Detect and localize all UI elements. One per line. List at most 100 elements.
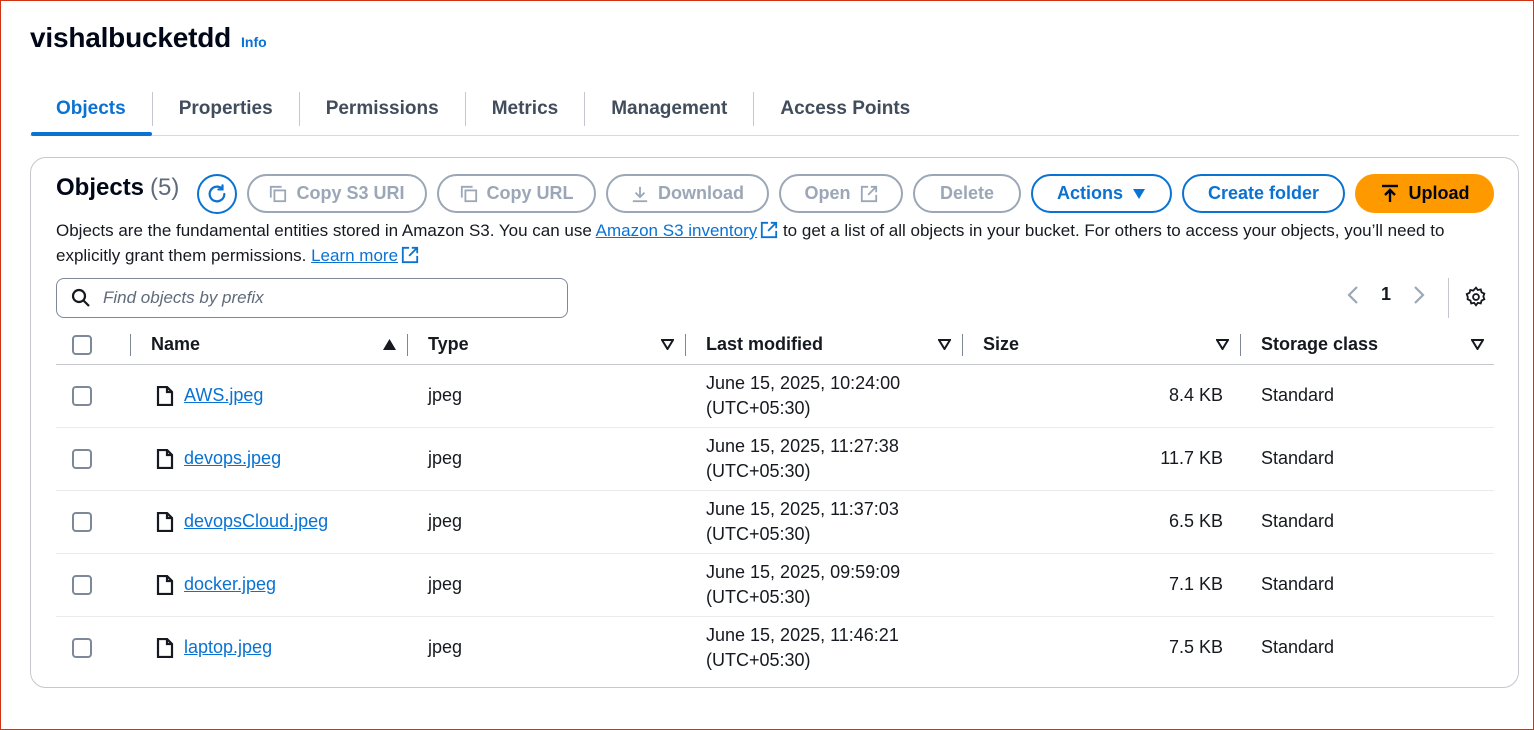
caret-down-icon xyxy=(1133,188,1145,199)
object-storage-class: Standard xyxy=(1241,553,1494,617)
select-all-header xyxy=(56,326,131,365)
column-label-storage-class: Storage class xyxy=(1261,334,1379,355)
open-button[interactable]: Open xyxy=(779,174,903,213)
delete-label: Delete xyxy=(939,183,995,203)
learn-more-link[interactable]: Learn more xyxy=(311,246,419,265)
external-link-icon xyxy=(860,185,877,202)
row-checkbox[interactable] xyxy=(72,574,92,595)
object-last-modified: June 15, 2025, 11:27:38 xyxy=(706,435,899,456)
open-label: Open xyxy=(804,183,851,203)
tab-objects[interactable]: Objects xyxy=(30,83,152,136)
tab-bar: Objects Properties Permissions Metrics M… xyxy=(30,83,1519,136)
object-timezone: (UTC+05:30) xyxy=(706,397,811,418)
object-last-modified: June 15, 2025, 11:46:21 xyxy=(706,624,899,645)
sort-icon[interactable] xyxy=(661,339,674,351)
copy-icon xyxy=(460,185,477,202)
s3-inventory-link-label: Amazon S3 inventory xyxy=(595,221,758,240)
sort-icon[interactable] xyxy=(1216,339,1229,351)
tab-metrics[interactable]: Metrics xyxy=(466,83,585,135)
panel-title: Objects xyxy=(56,174,145,201)
file-icon xyxy=(156,511,174,532)
file-icon xyxy=(156,574,174,595)
object-count: (5) xyxy=(150,174,180,201)
object-type: jpeg xyxy=(408,427,686,491)
download-button[interactable]: Download xyxy=(606,174,769,213)
row-checkbox[interactable] xyxy=(72,385,92,406)
gear-icon xyxy=(1465,286,1486,307)
column-header-name[interactable]: Name xyxy=(131,326,408,365)
column-label-name: Name xyxy=(151,334,201,355)
object-type: jpeg xyxy=(408,553,686,617)
column-header-type[interactable]: Type xyxy=(408,326,686,365)
object-size: 8.4 KB xyxy=(963,364,1241,428)
upload-button[interactable]: Upload xyxy=(1355,174,1494,213)
table-settings-button[interactable] xyxy=(1465,286,1487,313)
chevron-right-icon[interactable] xyxy=(1413,285,1425,305)
s3-inventory-link[interactable]: Amazon S3 inventory xyxy=(596,221,779,240)
external-link-icon xyxy=(761,221,778,239)
object-name-link[interactable]: docker.jpeg xyxy=(184,574,276,595)
search-input[interactable] xyxy=(103,288,543,308)
tab-permissions[interactable]: Permissions xyxy=(300,83,465,135)
object-last-modified: June 15, 2025, 09:59:09 xyxy=(706,561,901,582)
pager-divider xyxy=(1448,278,1449,318)
column-label-size: Size xyxy=(983,334,1020,355)
select-all-checkbox[interactable] xyxy=(72,334,92,355)
object-name-link[interactable]: devopsCloud.jpeg xyxy=(184,511,328,532)
info-link[interactable]: Info xyxy=(241,34,267,50)
copy-s3-uri-button[interactable]: Copy S3 URI xyxy=(247,174,427,213)
table-row[interactable]: devops.jpeg jpeg June 15, 2025, 11:27:38… xyxy=(56,427,1494,491)
file-icon xyxy=(156,385,174,406)
tab-access-points[interactable]: Access Points xyxy=(754,83,936,135)
object-size: 7.5 KB xyxy=(1168,637,1223,658)
sort-icon[interactable] xyxy=(938,339,951,351)
copy-icon xyxy=(270,185,287,202)
column-header-last-modified[interactable]: Last modified xyxy=(686,326,963,365)
chevron-left-icon[interactable] xyxy=(1347,285,1359,305)
page-title: vishalbucketdd xyxy=(30,22,232,53)
learn-more-label: Learn more xyxy=(311,246,399,265)
tab-management[interactable]: Management xyxy=(585,83,753,135)
copy-s3-uri-label: Copy S3 URI xyxy=(296,183,405,203)
refresh-button[interactable] xyxy=(197,174,237,214)
download-icon xyxy=(632,186,648,202)
table-row[interactable]: devopsCloud.jpeg jpeg June 15, 2025, 11:… xyxy=(56,490,1494,554)
object-name-link[interactable]: devops.jpeg xyxy=(184,448,281,469)
table-header-row: Name Type Last modified Size Storage cla… xyxy=(56,326,1494,365)
column-header-storage-class[interactable]: Storage class xyxy=(1241,326,1494,365)
table-row[interactable]: AWS.jpeg jpeg June 15, 2025, 10:24:00 (UT… xyxy=(56,364,1494,428)
object-timezone: (UTC+05:30) xyxy=(706,586,811,607)
search-box[interactable] xyxy=(56,278,568,318)
copy-url-label: Copy URL xyxy=(486,183,574,203)
object-timezone: (UTC+05:30) xyxy=(706,523,811,544)
column-header-size[interactable]: Size xyxy=(963,326,1241,365)
pagination: 1 xyxy=(1347,284,1425,305)
current-page[interactable]: 1 xyxy=(1381,284,1391,305)
description-text: Objects are the fundamental entities sto… xyxy=(56,221,596,240)
upload-icon xyxy=(1381,184,1398,202)
create-folder-label: Create folder xyxy=(1207,183,1320,203)
object-name-link[interactable]: laptop.jpeg xyxy=(184,637,272,658)
object-storage-class: Standard xyxy=(1241,490,1494,554)
actions-dropdown[interactable]: Actions xyxy=(1031,174,1172,213)
table-row[interactable]: laptop.jpeg jpeg June 15, 2025, 11:46:21… xyxy=(56,616,1494,679)
object-name-link[interactable]: AWS.jpeg xyxy=(184,385,263,406)
row-checkbox[interactable] xyxy=(72,511,92,532)
tab-properties[interactable]: Properties xyxy=(153,83,299,135)
object-type: jpeg xyxy=(408,364,686,428)
row-checkbox[interactable] xyxy=(72,637,92,658)
object-storage-class: Standard xyxy=(1241,427,1494,491)
sort-ascending-icon[interactable] xyxy=(383,339,396,351)
object-last-modified: June 15, 2025, 10:24:00 xyxy=(706,372,901,393)
row-checkbox[interactable] xyxy=(72,448,92,469)
refresh-icon xyxy=(208,184,226,203)
delete-button[interactable]: Delete xyxy=(913,174,1021,213)
object-storage-class: Standard xyxy=(1261,637,1335,658)
objects-table: Name Type Last modified Size Storage cla… xyxy=(56,326,1494,679)
table-row[interactable]: docker.jpeg jpeg June 15, 2025, 09:59:09… xyxy=(56,553,1494,617)
sort-icon[interactable] xyxy=(1471,339,1484,351)
copy-url-button[interactable]: Copy URL xyxy=(437,174,596,213)
object-size: 11.7 KB xyxy=(963,427,1241,491)
actions-label: Actions xyxy=(1056,183,1123,203)
create-folder-button[interactable]: Create folder xyxy=(1182,174,1345,213)
